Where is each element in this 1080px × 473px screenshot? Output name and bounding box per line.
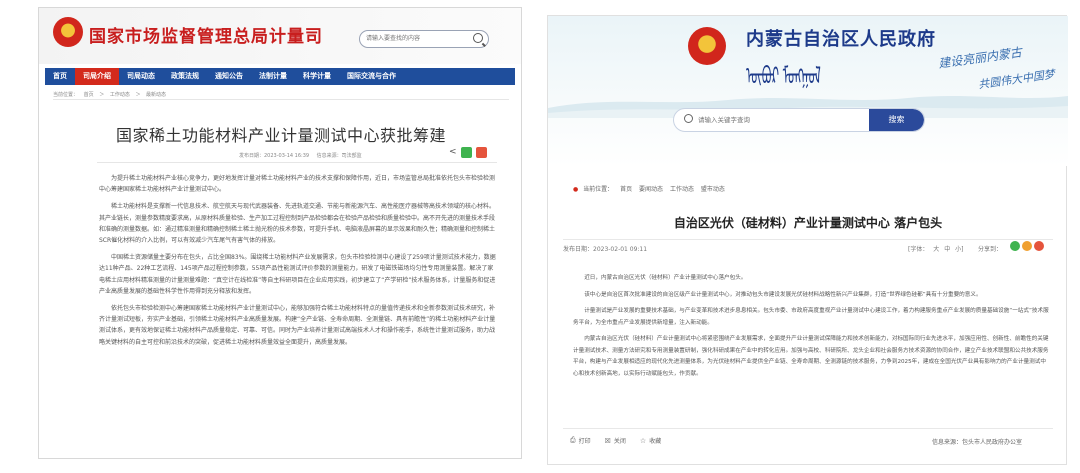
star-icon: ☆ (639, 436, 647, 445)
font-size-medium[interactable]: 中 (944, 246, 950, 253)
font-size-large[interactable]: 大 (933, 246, 939, 253)
national-emblem-icon (688, 27, 726, 65)
site-title: 国家市场监督管理总局计量司 (89, 27, 323, 47)
share-icon[interactable]: < (449, 147, 457, 158)
breadcrumb-latest[interactable]: 最新动态 (146, 92, 166, 98)
article-title: 自治区光伏（硅材料）产业计量测试中心 落户包头 (673, 216, 943, 230)
divider (53, 99, 509, 100)
article-title: 国家稀土功能材料产业计量测试中心获批筹建 (115, 126, 446, 145)
paragraph: 依托包头市检验检测中心筹建国家稀土功能材料产业计量测试中心，能够加强符合稀土功能… (99, 305, 496, 346)
breadcrumb: ● 当前位置： 首页 要闻动态 工作动态 盟市动态 (573, 184, 730, 193)
slogan-line-1: 建设亮丽内蒙古 (937, 45, 1023, 71)
breadcrumb-separator: ＞ (99, 92, 105, 98)
paragraph: 该中心是自治区首次批准建设的自治区级产业计量测试中心，对推动包头市建设发展光伏硅… (584, 291, 982, 298)
close-icon: ☒ (604, 436, 611, 445)
print-label: 打印 (578, 438, 591, 445)
main-nav: 首页 司局介绍 司局动态 政策法规 通知公告 法制计量 科学计量 国际交流与合作 (45, 68, 515, 85)
close-label: 关闭 (613, 438, 626, 445)
publish-date: 发布日期：2023-03-14 16:39 (239, 153, 310, 159)
nav-item-news[interactable]: 司局动态 (119, 68, 163, 85)
share-icons (1010, 241, 1044, 251)
publish-date: 发布日期：2023-02-01 09:11 (563, 246, 648, 253)
search-bar[interactable]: 搜索 (673, 108, 925, 132)
paragraph: 计量测试是产业发展的重要技术基础，与产业变革和技术进步息息相关。包头市委、市政府… (573, 308, 1049, 326)
nav-item-international[interactable]: 国际交流与合作 (339, 68, 404, 85)
search-icon (684, 114, 693, 123)
breadcrumb-work-news[interactable]: 工作动态 (670, 186, 694, 193)
nav-item-notices[interactable]: 通知公告 (207, 68, 251, 85)
font-size-selector: [字体： 大 中 小] (908, 244, 966, 253)
share-bar: < (449, 147, 487, 158)
print-button[interactable]: ⎙ 打印 (570, 436, 591, 445)
divider (97, 162, 497, 163)
article-body: 为提升稀土功能材料产业核心竞争力，更好地发挥计量对稀土功能材料产业的技术支撑和保… (99, 173, 497, 354)
right-webpage-screenshot: 内蒙古自治区人民政府 ᠥᠪᠦᠷ ᠮᠣᠩᠭᠣᠯ 建设亮丽内蒙古 共圆伟大中国梦 搜… (547, 15, 1068, 465)
samr-header: 国家市场监督管理总局计量司 (39, 8, 521, 64)
nav-item-policy[interactable]: 政策法规 (163, 68, 207, 85)
nav-item-legal-metrology[interactable]: 法制计量 (251, 68, 295, 85)
font-size-label: [字体： (908, 246, 929, 253)
favorite-button[interactable]: ☆ 收藏 (639, 436, 662, 446)
breadcrumb-home[interactable]: 首页 (620, 186, 632, 193)
breadcrumb-home[interactable]: 首页 (84, 92, 94, 98)
divider (563, 239, 1053, 240)
article-actions: ⎙ 打印 ☒ 关闭 ☆ 收藏 (570, 436, 661, 445)
paragraph: 为提升稀土功能材料产业核心竞争力，更好地发挥计量对稀土功能材料产业的技术支撑和保… (99, 175, 496, 194)
breadcrumb-separator: ＞ (135, 92, 141, 98)
qzone-icon[interactable] (1034, 241, 1044, 251)
info-source: 信息来源：司法部监 (316, 153, 362, 159)
search-input[interactable] (698, 113, 838, 127)
wechat-icon[interactable] (1010, 241, 1020, 251)
paragraph: 内蒙古自治区光伏（硅材料）产业计量测试中心将紧密围绕产业发展需求，全面提升产业计… (573, 336, 1049, 377)
weibo-icon[interactable] (1022, 241, 1032, 251)
gov-banner: 内蒙古自治区人民政府 ᠥᠪᠦᠷ ᠮᠣᠩᠭᠣᠯ 建设亮丽内蒙古 共圆伟大中国梦 搜… (548, 16, 1068, 166)
article-body: 近日，内蒙古自治区光伏（硅材料）产业计量测试中心落户包头。 该中心是自治区首次批… (573, 273, 1051, 385)
divider (563, 428, 1053, 429)
nav-item-home[interactable]: 首页 (45, 68, 75, 85)
paragraph: 近日，内蒙古自治区光伏（硅材料）产业计量测试中心落户包头。 (584, 275, 747, 281)
nav-item-science-metrology[interactable]: 科学计量 (295, 68, 339, 85)
nav-item-about[interactable]: 司局介绍 (75, 68, 119, 85)
paragraph: 稀土功能材料是支撑新一代信息技术、航空航天与现代武器装备、先进轨道交通、节能与新… (99, 203, 496, 245)
breadcrumb-work-news[interactable]: 工作动态 (110, 92, 130, 98)
info-source: 信息来源：包头市人民政府办公室 (932, 439, 1023, 446)
search-box[interactable] (359, 30, 489, 48)
breadcrumb-label: 当前位置： (53, 92, 79, 98)
breadcrumb-news[interactable]: 要闻动态 (639, 186, 663, 193)
search-input[interactable] (366, 32, 466, 45)
national-emblem-icon (53, 17, 83, 47)
location-pin-icon: ● (573, 186, 579, 193)
font-size-small[interactable]: 小] (955, 246, 963, 253)
breadcrumb-league-city-news[interactable]: 盟市动态 (701, 186, 725, 193)
search-button[interactable]: 搜索 (869, 109, 924, 131)
close-button[interactable]: ☒ 关闭 (604, 436, 626, 446)
breadcrumb: 当前位置： 首页 ＞ 工作动态 ＞ 最新动态 (53, 91, 170, 98)
wechat-icon[interactable] (460, 147, 472, 158)
paragraph: 中国稀土资源储量主要分布在包头，占比全国83%。围绕稀土功能材料产业发展需求，包… (99, 254, 496, 295)
share-label: 分享到： (978, 246, 1003, 253)
search-icon[interactable] (473, 33, 483, 43)
article-meta: 发布日期：2023-03-14 16:39 信息来源：司法部监 (239, 152, 368, 159)
weibo-icon[interactable] (475, 147, 487, 158)
gov-title: 内蒙古自治区人民政府 (746, 29, 936, 50)
left-webpage-screenshot: 国家市场监督管理总局计量司 首页 司局介绍 司局动态 政策法规 通知公告 法制计… (38, 7, 522, 459)
favorite-label: 收藏 (649, 438, 662, 445)
breadcrumb-label: 当前位置： (583, 186, 614, 193)
print-icon: ⎙ (570, 436, 576, 444)
